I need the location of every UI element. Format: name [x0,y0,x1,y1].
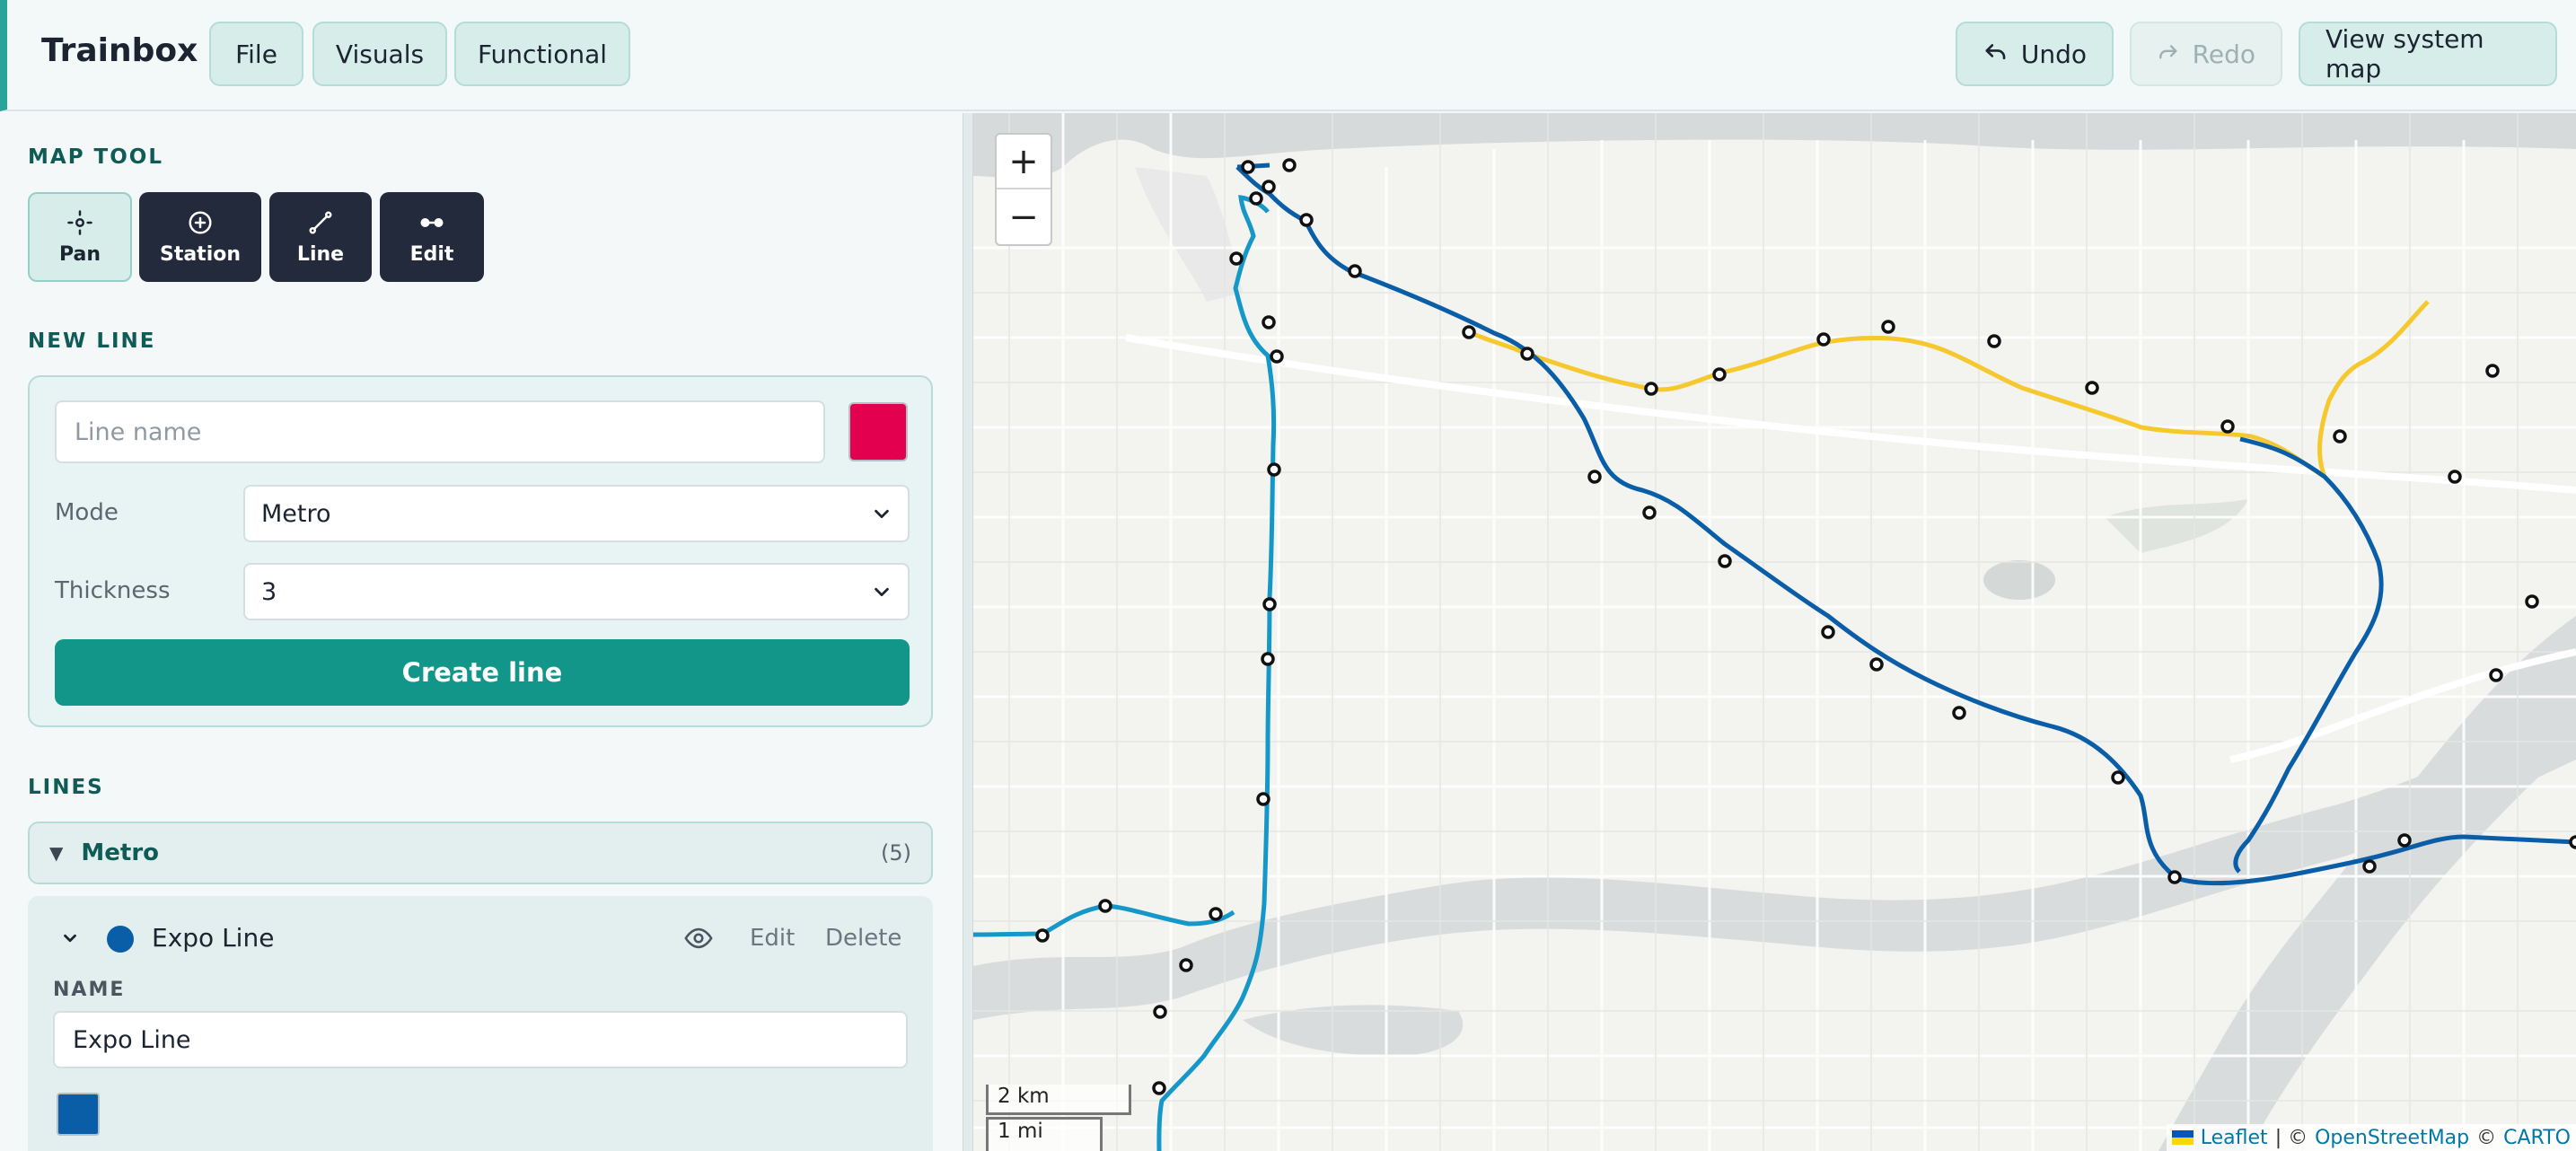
chevron-down-icon [875,587,889,597]
edit-nodes-icon [420,217,444,227]
leaflet-link[interactable]: Leaflet [2201,1127,2268,1149]
edit-tool-button[interactable]: Edit [380,192,484,282]
station-tool-label: Station [159,242,242,266]
metro-group-header[interactable]: ▼ Metro (5) [28,822,933,884]
redo-button[interactable]: Redo [2130,22,2282,86]
mode-select-value: Metro [261,499,331,528]
chevron-down-icon[interactable] [60,928,80,948]
map-tool-title: MAP TOOL [28,145,164,169]
pan-tool-button[interactable]: Pan [28,192,132,282]
ukraine-flag-icon [2171,1130,2194,1145]
line-name-input[interactable] [55,400,825,463]
map-attribution: Leaflet | © OpenStreetMap © CARTO [2166,1124,2576,1151]
attribution-separator: | © [2274,1126,2308,1149]
carto-link[interactable]: CARTO [2503,1127,2571,1149]
openstreetmap-link[interactable]: OpenStreetMap [2315,1127,2469,1149]
metro-group-name: Metro [81,839,160,866]
undo-button[interactable]: Undo [1956,22,2114,86]
mode-label: Mode [55,499,119,526]
station-tool-button[interactable]: Station [139,192,261,282]
pan-icon [67,209,92,235]
line-draw-icon [309,211,332,233]
metro-group-count: (5) [881,840,911,865]
map-view[interactable]: + − 2 km 1 mi Leaflet | © OpenStreetMap … [973,113,2576,1151]
zoom-out-button[interactable]: − [997,189,1051,244]
map-canvas[interactable] [973,113,2576,1151]
lines-title: LINES [28,776,104,799]
line-name-label: NAME [53,979,126,1001]
undo-label: Undo [2020,39,2087,69]
zoom-control: + − [995,133,1052,246]
create-line-button[interactable]: Create line [55,639,910,706]
functional-menu-button[interactable]: Functional [454,22,630,86]
caret-down-icon: ▼ [49,842,64,864]
zoom-in-button[interactable]: + [997,135,1051,189]
thickness-label: Thickness [55,577,171,604]
line-tool-label: Line [296,242,345,266]
line-title: Expo Line [152,923,275,953]
view-system-map-button[interactable]: View system map [2299,22,2557,86]
line-color-picker[interactable] [57,1093,100,1136]
eye-icon[interactable] [683,923,714,953]
thickness-select-value: 3 [261,577,277,606]
file-menu-button[interactable]: File [209,22,303,86]
visuals-menu-button[interactable]: Visuals [312,22,447,86]
line-name-field[interactable] [53,1011,908,1068]
new-line-title: NEW LINE [28,329,156,353]
scale-bar-km: 2 km [986,1085,1131,1115]
panel-resize-handle[interactable] [963,113,973,1151]
chevron-down-icon [875,509,889,519]
app-title: Trainbox [41,32,198,69]
mode-select[interactable]: Metro [243,485,910,542]
redo-label: Redo [2192,39,2255,69]
line-delete-button[interactable]: Delete [825,925,901,952]
new-line-panel: Mode Metro Thickness 3 Create line [28,375,933,727]
undo-icon [1985,44,2006,60]
redo-icon [2159,45,2177,59]
thickness-select[interactable]: 3 [243,563,910,620]
attribution-copyright: © [2476,1126,2497,1149]
add-station-icon [189,211,212,233]
app-header: Trainbox File Visuals Functional Undo Re… [0,0,2576,111]
line-edit-button[interactable]: Edit [750,925,795,952]
line-color-dot [107,926,134,953]
pan-tool-label: Pan [58,242,101,266]
line-tool-button[interactable]: Line [269,192,372,282]
edit-tool-label: Edit [409,242,454,266]
scale-bar-mi: 1 mi [986,1117,1103,1151]
line-color-picker[interactable] [848,402,908,461]
expo-line-card: Expo Line Edit Delete NAME [28,896,933,1151]
